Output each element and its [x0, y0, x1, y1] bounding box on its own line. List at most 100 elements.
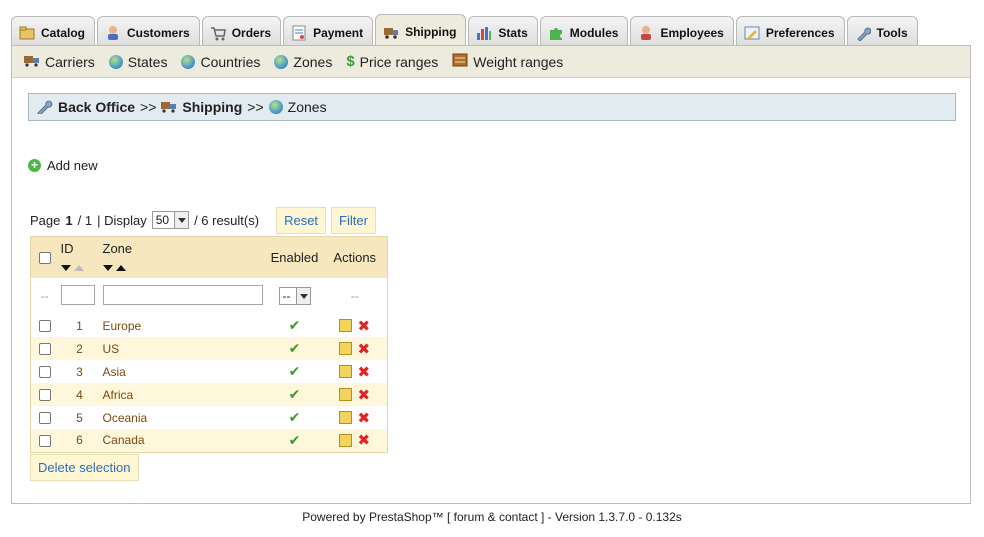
wrench-icon: [35, 98, 53, 117]
globe-icon: [108, 54, 123, 69]
table-row[interactable]: 3 Asia ✔ ✖: [30, 360, 388, 383]
delete-icon[interactable]: ✖: [357, 318, 370, 335]
subnav-label: Price ranges: [359, 53, 439, 70]
sort-asc-icon[interactable]: [73, 265, 84, 271]
breadcrumb: Back Office >> Shipping >> Zones: [28, 93, 956, 121]
row-checkbox[interactable]: [38, 366, 51, 379]
table-row[interactable]: 4 Africa ✔ ✖: [30, 383, 388, 406]
sort-desc-icon[interactable]: [60, 265, 71, 271]
row-checkbox[interactable]: [38, 389, 51, 402]
tab-customers[interactable]: Customers: [97, 16, 200, 48]
preferences-icon: [744, 25, 760, 41]
row-zone: Asia: [100, 360, 267, 383]
edit-icon[interactable]: [339, 365, 353, 378]
display-label: | Display: [97, 212, 147, 228]
filter-dash: --: [322, 278, 388, 314]
select-all-checkbox[interactable]: [38, 252, 51, 265]
reset-button[interactable]: Reset: [276, 206, 327, 234]
tab-label: Orders: [231, 25, 272, 40]
enabled-check-icon[interactable]: ✔: [266, 314, 323, 337]
edit-icon[interactable]: [339, 411, 353, 424]
puzzle-icon: [548, 25, 564, 41]
tab-label: Tools: [876, 25, 908, 40]
filter-row: -- -- --: [30, 278, 388, 314]
subnav-label: States: [127, 53, 168, 70]
table-row[interactable]: 5 Oceania ✔ ✖: [30, 406, 388, 429]
tab-payment[interactable]: Payment: [283, 16, 374, 48]
cart-icon: [210, 25, 226, 41]
tab-label: Catalog: [41, 25, 86, 40]
add-new-link[interactable]: + Add new: [28, 158, 98, 173]
table-row[interactable]: 6 Canada ✔ ✖: [30, 429, 388, 452]
enabled-check-icon[interactable]: ✔: [266, 406, 323, 429]
edit-icon[interactable]: [339, 433, 353, 447]
subnav-carriers[interactable]: Carriers: [24, 53, 95, 70]
subnav-countries[interactable]: Countries: [181, 54, 260, 70]
sort-asc-icon[interactable]: [115, 265, 126, 271]
sort-desc-icon[interactable]: [102, 265, 113, 271]
breadcrumb-back-office[interactable]: Back Office: [58, 99, 135, 115]
breadcrumb-separator: >>: [140, 99, 157, 115]
filter-zone-input[interactable]: [102, 284, 263, 305]
display-select[interactable]: 50: [151, 211, 190, 229]
subnav-states[interactable]: States: [108, 53, 168, 70]
tab-employees[interactable]: Employees: [630, 16, 734, 48]
truck-icon: [161, 99, 177, 116]
filter-dash: --: [30, 278, 59, 314]
tab-label: Preferences: [765, 25, 835, 40]
header-zone: Zone: [102, 241, 133, 256]
tab-preferences[interactable]: Preferences: [735, 16, 845, 48]
table-row[interactable]: 1 Europe ✔ ✖: [30, 314, 388, 337]
tab-label: Modules: [569, 25, 619, 40]
subnav-label: Weight ranges: [473, 53, 564, 70]
tab-label: Employees: [660, 25, 724, 40]
enabled-check-icon[interactable]: ✔: [266, 360, 323, 383]
delete-icon[interactable]: ✖: [357, 432, 370, 449]
row-checkbox[interactable]: [38, 412, 51, 425]
pagination-bar: Page 1 / 1 | Display 50 / 6 result(s) Re…: [30, 206, 376, 234]
edit-icon[interactable]: [339, 319, 353, 332]
footer: Powered by PrestaShop™ [ forum & contact…: [302, 510, 682, 524]
tab-orders[interactable]: Orders: [201, 16, 282, 48]
breadcrumb-shipping[interactable]: Shipping: [182, 99, 242, 115]
dollar-icon: $: [346, 53, 355, 70]
filter-id-input[interactable]: [60, 284, 95, 305]
edit-icon[interactable]: [339, 342, 353, 355]
add-icon: +: [28, 159, 41, 172]
row-zone: US: [100, 337, 267, 360]
tab-catalog[interactable]: Catalog: [11, 16, 96, 48]
delete-icon[interactable]: ✖: [357, 364, 370, 381]
enabled-check-icon[interactable]: ✔: [266, 337, 323, 360]
current-page: 1: [65, 212, 73, 228]
truck-icon: [24, 53, 40, 70]
header-id: ID: [60, 241, 74, 256]
row-checkbox[interactable]: [38, 343, 51, 356]
filter-button[interactable]: Filter: [331, 206, 376, 234]
enabled-check-icon[interactable]: ✔: [266, 383, 323, 406]
subnav-zones[interactable]: Zones: [274, 54, 332, 70]
delete-icon[interactable]: ✖: [357, 410, 370, 427]
tab-shipping[interactable]: Shipping: [375, 14, 467, 48]
subnav-label: Zones: [293, 53, 333, 70]
subnav-weight-ranges[interactable]: Weight ranges: [452, 53, 563, 70]
delete-icon[interactable]: ✖: [357, 341, 370, 358]
row-checkbox[interactable]: [38, 320, 51, 333]
tab-tools[interactable]: Tools: [846, 16, 918, 48]
delete-icon[interactable]: ✖: [357, 387, 370, 404]
subnav-price-ranges[interactable]: $ Price ranges: [346, 53, 438, 70]
main-panel: Carriers States Countries Zones $ Price …: [11, 45, 971, 504]
header-actions: Actions: [333, 250, 377, 265]
enabled-check-icon[interactable]: ✔: [266, 429, 323, 452]
table-row[interactable]: 2 US ✔ ✖: [30, 337, 388, 360]
tab-stats[interactable]: Stats: [468, 16, 538, 48]
delete-selection-button[interactable]: Delete selection: [30, 454, 139, 481]
scale-icon: [452, 53, 468, 70]
tab-label: Shipping: [405, 24, 457, 39]
breadcrumb-current: Zones: [287, 99, 327, 115]
globe-icon: [181, 54, 196, 69]
edit-icon[interactable]: [339, 388, 353, 401]
filter-enabled-select[interactable]: --: [278, 287, 311, 305]
row-checkbox[interactable]: [38, 435, 51, 448]
tab-modules[interactable]: Modules: [539, 16, 629, 48]
tab-label: Stats: [498, 25, 528, 40]
